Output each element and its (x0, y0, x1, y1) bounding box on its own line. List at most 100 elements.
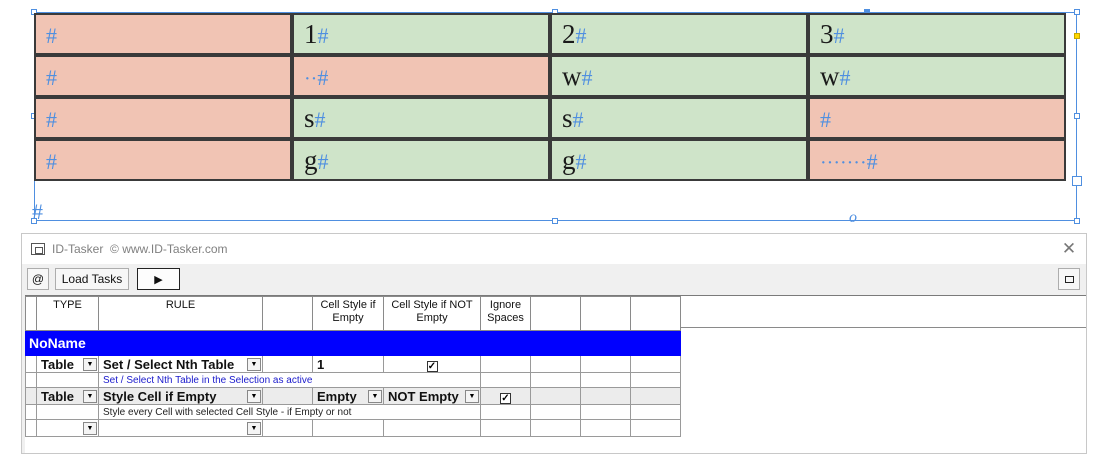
corner-options-handle[interactable] (1074, 33, 1080, 39)
column-header-empty-3[interactable] (630, 296, 681, 331)
run-button[interactable]: ▶ (137, 268, 180, 290)
rule-cell[interactable]: Set / Select Nth Table ▼ (98, 355, 263, 373)
column-header-type[interactable]: TYPE (36, 296, 99, 331)
cell[interactable] (312, 419, 384, 437)
new-task-row[interactable]: ▼ ▼ (25, 419, 681, 437)
frame-handle-bottom-right[interactable] (1074, 218, 1080, 224)
document-table-row: #1# 2# 3# (34, 13, 1066, 55)
rule-dropdown-icon[interactable]: ▼ (247, 389, 261, 403)
document-table-cell[interactable]: s# (292, 97, 550, 139)
document-table-cell[interactable]: ·······# (808, 139, 1066, 181)
row-selector[interactable] (25, 419, 37, 437)
column-header-blank[interactable] (262, 296, 313, 331)
document-table-cell[interactable]: 2# (550, 13, 808, 55)
cell-style-not-empty-dropdown-icon[interactable]: ▼ (465, 389, 479, 403)
group-name: NoName (25, 330, 681, 356)
close-button[interactable]: ✕ (1058, 238, 1080, 260)
end-of-cell-marker: # (572, 106, 584, 132)
task-row[interactable]: Table ▼ Set / Select Nth Table ▼ 1 ✓ (25, 355, 681, 373)
end-of-cell-marker: # (317, 64, 329, 90)
column-header-empty-2[interactable] (580, 296, 631, 331)
row-selector[interactable] (25, 387, 37, 405)
cell[interactable] (480, 355, 531, 373)
cell[interactable] (530, 387, 581, 405)
document-table-cell[interactable]: ··# (292, 55, 550, 97)
row-selector (25, 404, 37, 420)
document-table-cell[interactable]: g# (550, 139, 808, 181)
document-table-cell[interactable]: 1# (292, 13, 550, 55)
cell-style-empty-dropdown-icon[interactable]: ▼ (368, 389, 382, 403)
rule-cell[interactable]: Style Cell if Empty ▼ (98, 387, 263, 405)
rule-cell[interactable]: ▼ (98, 419, 263, 437)
type-dropdown-icon[interactable]: ▼ (83, 389, 97, 403)
cell[interactable] (262, 419, 313, 437)
value-cell[interactable]: 1 (312, 355, 384, 373)
type-cell[interactable]: Table ▼ (36, 387, 99, 405)
end-of-cell-marker: # (46, 22, 57, 48)
document-table-cell[interactable]: g# (292, 139, 550, 181)
document-table-cell[interactable]: w# (808, 55, 1066, 97)
at-button[interactable]: @ (27, 268, 49, 290)
title-bar[interactable]: ID-Tasker © www.ID-Tasker.com ✕ (22, 234, 1086, 264)
type-cell[interactable]: ▼ (36, 419, 99, 437)
rule-dropdown-icon[interactable]: ▼ (247, 421, 261, 435)
document-table-cell[interactable]: # (34, 55, 292, 97)
column-header-ignore-spaces[interactable]: Ignore Spaces (480, 296, 531, 331)
task-description-row: Set / Select Nth Table in the Selection … (25, 372, 681, 388)
task-row[interactable]: Table ▼ Style Cell if Empty ▼ Empty ▼ NOT E… (25, 387, 681, 405)
cell-style-empty-cell[interactable]: Empty ▼ (312, 387, 384, 405)
cell[interactable] (630, 387, 681, 405)
end-of-cell-marker: # (317, 22, 329, 48)
blank-cell[interactable] (262, 387, 313, 405)
row-selector[interactable] (25, 355, 37, 373)
cell-style-not-empty-cell[interactable]: NOT Empty ▼ (383, 387, 481, 405)
window-title: ID-Tasker © www.ID-Tasker.com (52, 242, 228, 256)
end-of-cell-marker: # (839, 64, 851, 90)
cell-text: s (562, 102, 573, 133)
type-cell[interactable]: Table ▼ (36, 355, 99, 373)
rule-dropdown-icon[interactable]: ▼ (247, 357, 261, 371)
ignore-spaces-cell[interactable]: ✓ (480, 387, 531, 405)
table-resize-handle[interactable] (1072, 176, 1082, 186)
restore-window-button[interactable] (1058, 268, 1080, 290)
ignore-spaces-checkbox[interactable]: ✓ (500, 392, 511, 404)
group-row[interactable]: NoName (25, 330, 681, 356)
document-table-cell[interactable]: # (34, 97, 292, 139)
cell[interactable] (630, 355, 681, 373)
column-header-cell-style-if-not-empty[interactable]: Cell Style if NOT Empty (383, 296, 481, 331)
end-of-cell-marker: # (833, 22, 845, 48)
task-table[interactable]: TYPE RULE Cell Style if Empty Cell Style… (25, 296, 681, 437)
task-grid[interactable]: TYPE RULE Cell Style if Empty Cell Style… (25, 295, 1086, 453)
cell[interactable] (383, 419, 481, 437)
blank-cell[interactable] (262, 355, 313, 373)
column-header-cell-style-if-empty[interactable]: Cell Style if Empty (312, 296, 384, 331)
type-dropdown-icon[interactable]: ▼ (83, 421, 97, 435)
restore-icon (1064, 275, 1074, 283)
document-table-cell[interactable]: # (34, 139, 292, 181)
task-description: Set / Select Nth Table in the Selection … (98, 372, 481, 388)
cell[interactable] (630, 419, 681, 437)
column-header-empty-1[interactable] (530, 296, 581, 331)
frame-handle-bottom-center[interactable] (552, 218, 558, 224)
type-dropdown-icon[interactable]: ▼ (83, 357, 97, 371)
document-table[interactable]: #1# 2# 3# # ··# w# w# # s# s# # # g# g# ·······# (34, 13, 1066, 181)
cell[interactable] (530, 355, 581, 373)
cell[interactable] (580, 355, 631, 373)
out-port-marker[interactable]: o (849, 209, 857, 227)
cell[interactable] (530, 419, 581, 437)
checkbox-cell[interactable]: ✓ (383, 355, 481, 373)
load-tasks-button[interactable]: Load Tasks (55, 268, 129, 290)
frame-handle-top-right[interactable] (1074, 9, 1080, 15)
cell[interactable] (580, 387, 631, 405)
document-table-cell[interactable]: 3# (808, 13, 1066, 55)
document-table-cell[interactable]: # (808, 97, 1066, 139)
document-table-cell[interactable]: s# (550, 97, 808, 139)
checkbox[interactable]: ✓ (426, 360, 438, 372)
desc-spacer (36, 372, 99, 388)
column-header-rule[interactable]: RULE (98, 296, 263, 331)
document-table-cell[interactable]: w# (550, 55, 808, 97)
cell[interactable] (580, 419, 631, 437)
cell[interactable] (480, 419, 531, 437)
document-table-cell[interactable]: # (34, 13, 292, 55)
frame-handle-middle-right[interactable] (1074, 113, 1080, 119)
